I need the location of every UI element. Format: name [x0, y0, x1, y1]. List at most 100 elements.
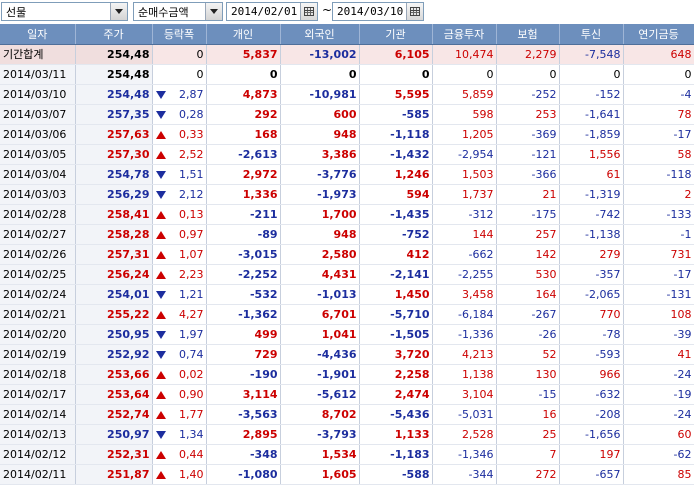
cell-date: 2014/03/11: [0, 64, 76, 85]
table-row[interactable]: 2014/02/11 251,87 1,40 -1,080 1,605 -588 -344 2…: [0, 464, 694, 485]
cell-inst: -1,505: [359, 324, 433, 345]
metric-select-value: 순매수금액: [138, 5, 189, 19]
cell-pen: -131: [623, 284, 694, 305]
table-row[interactable]: 2014/03/05 257,30 2,52 -2,613 3,386 -1,432 -2,…: [0, 144, 694, 165]
cell-inst: -752: [359, 224, 433, 245]
table-row[interactable]: 2014/02/27 258,28 0,97 -89 948 -752 144 257 -1,1…: [0, 224, 694, 245]
cell-inst: -5,436: [359, 404, 433, 425]
table-row[interactable]: 2014/02/13 250,97 1,34 2,895 -3,793 1,133 2,52…: [0, 424, 694, 445]
table-row[interactable]: 2014/02/25 256,24 2,23 -2,252 4,431 -2,141 -2,…: [0, 264, 694, 285]
cell-ind: -532: [206, 284, 281, 305]
cell-price: 254,48: [75, 44, 153, 65]
column-header-investment-trust[interactable]: 투신: [559, 24, 624, 45]
cell-inst: -1,432: [359, 144, 433, 165]
column-header-insurance[interactable]: 보험: [496, 24, 560, 45]
column-header-pension-fund[interactable]: 연기금등: [623, 24, 694, 45]
cell-for: -1,013: [280, 284, 360, 305]
cell-ind: 2,895: [206, 424, 281, 445]
cell-inst: -1,118: [359, 124, 433, 145]
column-header-date[interactable]: 일자: [0, 24, 76, 45]
cell-tru: -742: [559, 204, 624, 225]
cell-date: 2014/02/25: [0, 264, 76, 285]
cell-ind: -2,613: [206, 144, 281, 165]
table-row[interactable]: 2014/02/12 252,31 0,44 -348 1,534 -1,183 -1,34…: [0, 444, 694, 465]
cell-pen: -1: [623, 224, 694, 245]
chevron-down-icon[interactable]: [205, 3, 222, 20]
arrow-down-icon: [155, 350, 166, 359]
cell-date: 2014/02/11: [0, 464, 76, 485]
table-row[interactable]: 2014/03/03 256,29 2,12 1,336 -1,973 594 1,737 2…: [0, 184, 694, 205]
table-row[interactable]: 2014/02/24 254,01 1,21 -532 -1,013 1,450 3,458…: [0, 284, 694, 305]
table-row[interactable]: 2014/02/26 257,31 1,07 -3,015 2,580 412 -662 14…: [0, 244, 694, 265]
cell-date: 2014/02/24: [0, 284, 76, 305]
table-row[interactable]: 2014/03/07 257,35 0,28 292 600 -585 598 253 -1,6…: [0, 104, 694, 125]
cell-date: 2014/02/26: [0, 244, 76, 265]
column-header-institution[interactable]: 기관: [359, 24, 433, 45]
metric-select[interactable]: 순매수금액: [133, 2, 223, 21]
cell-fin: -344: [432, 464, 497, 485]
cell-for: -13,002: [280, 44, 360, 65]
cell-for: 0: [280, 64, 360, 85]
cell-inst: -5,710: [359, 304, 433, 325]
arrow-up-icon: [155, 270, 166, 279]
cell-change: 1,51: [152, 164, 207, 185]
table-row[interactable]: 2014/03/04 254,78 1,51 2,972 -3,776 1,246 1,50…: [0, 164, 694, 185]
start-date-value[interactable]: 2014/02/01: [227, 5, 300, 18]
cell-inst: -585: [359, 104, 433, 125]
cell-tru: -632: [559, 384, 624, 405]
table-row[interactable]: 2014/02/14 252,74 1,77 -3,563 8,702 -5,436 -5,…: [0, 404, 694, 425]
cell-date: 기간합계: [0, 44, 76, 65]
column-header-price[interactable]: 주가: [75, 24, 153, 45]
column-header-financial-investment[interactable]: 금융투자: [432, 24, 497, 45]
arrow-down-icon: [155, 170, 166, 179]
cell-fin: 1,503: [432, 164, 497, 185]
calendar-icon[interactable]: [406, 3, 423, 20]
table-row[interactable]: 2014/02/28 258,41 0,13 -211 1,700 -1,435 -312-…: [0, 204, 694, 225]
cell-pen: 648: [623, 44, 694, 65]
table-row[interactable]: 2014/03/10 254,48 2,87 4,873 -10,981 5,595 5,8…: [0, 84, 694, 105]
market-select[interactable]: 선물: [1, 2, 128, 21]
column-header-individual[interactable]: 개인: [206, 24, 281, 45]
start-date-input[interactable]: 2014/02/01: [226, 2, 318, 21]
cell-tru: -657: [559, 464, 624, 485]
cell-date: 2014/02/20: [0, 324, 76, 345]
calendar-icon[interactable]: [300, 3, 317, 20]
cell-change-value: 4,27: [179, 307, 204, 321]
chevron-down-icon[interactable]: [110, 3, 127, 20]
cell-change: 0: [152, 64, 207, 85]
cell-price: 257,35: [75, 104, 153, 125]
cell-price: 254,48: [75, 64, 153, 85]
cell-inst: -1,183: [359, 444, 433, 465]
table-row[interactable]: 2014/03/06 257,63 0,33 168 948 -1,118 1,205 -36…: [0, 124, 694, 145]
table-row[interactable]: 2014/02/20 250,95 1,97 499 1,041 -1,505 -1,336…: [0, 324, 694, 345]
end-date-input[interactable]: 2014/03/10: [332, 2, 424, 21]
cell-inst: 594: [359, 184, 433, 205]
cell-ind: 2,972: [206, 164, 281, 185]
cell-tru: -357: [559, 264, 624, 285]
column-header-foreign[interactable]: 외국인: [280, 24, 360, 45]
summary-row[interactable]: 기간합계 254,48 0 5,837 -13,002 6,105 10,474 2,279-…: [0, 44, 694, 65]
arrow-up-icon: [155, 370, 166, 379]
cell-for: -5,612: [280, 384, 360, 405]
column-header-change[interactable]: 등락폭: [152, 24, 207, 45]
cell-ins: -252: [496, 84, 560, 105]
cell-for: -1,973: [280, 184, 360, 205]
cell-price: 250,97: [75, 424, 153, 445]
cell-change: 0,90: [152, 384, 207, 405]
table-row[interactable]: 2014/02/17 253,64 0,90 3,114 -5,612 2,474 3,10…: [0, 384, 694, 405]
cell-date: 2014/02/27: [0, 224, 76, 245]
cell-tru: -7,548: [559, 44, 624, 65]
table-row[interactable]: 2014/02/19 252,92 0,74 729 -4,436 3,720 4,213 5…: [0, 344, 694, 365]
cell-pen: 58: [623, 144, 694, 165]
cell-pen: 60: [623, 424, 694, 445]
cell-change: 0,02: [152, 364, 207, 385]
end-date-value[interactable]: 2014/03/10: [333, 5, 406, 18]
cell-for: -1,901: [280, 364, 360, 385]
table-row[interactable]: 2014/02/18 253,66 0,02 -190 -1,901 2,258 1,138…: [0, 364, 694, 385]
table-row[interactable]: 2014/02/21 255,22 4,27 -1,362 6,701 -5,710 -6,…: [0, 304, 694, 325]
table-row[interactable]: 2014/03/11 254,48 0 0 0 0 0 0 0 0: [0, 64, 694, 85]
cell-ins: -175: [496, 204, 560, 225]
cell-fin: 2,528: [432, 424, 497, 445]
cell-fin: -1,346: [432, 444, 497, 465]
cell-ind: -2,252: [206, 264, 281, 285]
